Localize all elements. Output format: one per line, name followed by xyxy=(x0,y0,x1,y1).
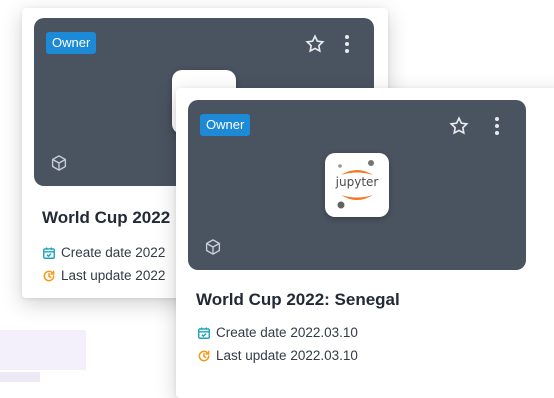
update-clock-icon xyxy=(43,270,55,281)
calendar-check-icon xyxy=(43,246,55,259)
more-options-icon[interactable] xyxy=(340,33,354,55)
card-thumbnail: Owner jupyter xyxy=(188,100,526,270)
cube-icon xyxy=(204,238,222,256)
update-date-row: Last update 2022.03.10 xyxy=(197,348,358,363)
project-card-front[interactable]: Owner jupyter World Cup 2022: Senegal Cr… xyxy=(176,88,554,398)
star-icon[interactable] xyxy=(304,33,326,55)
more-options-icon[interactable] xyxy=(490,115,504,137)
create-date-label: Create date 2022 xyxy=(61,245,166,260)
background-panel-edge xyxy=(0,372,40,382)
update-date-row: Last update 2022 xyxy=(42,268,165,283)
update-date-label: Last update xyxy=(216,348,287,363)
card-title[interactable]: World Cup 2022 xyxy=(42,208,170,228)
star-icon[interactable] xyxy=(448,115,470,137)
card-title[interactable]: World Cup 2022: Senegal xyxy=(196,290,400,310)
calendar-check-icon xyxy=(198,326,210,339)
update-date-label: Last update 2022 xyxy=(61,268,166,283)
jupyter-logo-icon: jupyter xyxy=(325,153,389,217)
jupyter-logo-text: jupyter xyxy=(335,175,379,189)
create-date-value: 2022.03.10 xyxy=(290,325,358,340)
update-date-value: 2022.03.10 xyxy=(290,348,358,363)
owner-badge: Owner xyxy=(200,114,251,136)
back-card-text-clip: World Cup 2022 Create date 2022 Last upd… xyxy=(22,8,174,298)
create-date-row: Create date 2022 xyxy=(42,245,165,260)
background-panel xyxy=(0,330,86,370)
update-clock-icon xyxy=(198,350,210,361)
create-date-label: Create date xyxy=(216,325,287,340)
create-date-row: Create date 2022.03.10 xyxy=(197,325,358,340)
